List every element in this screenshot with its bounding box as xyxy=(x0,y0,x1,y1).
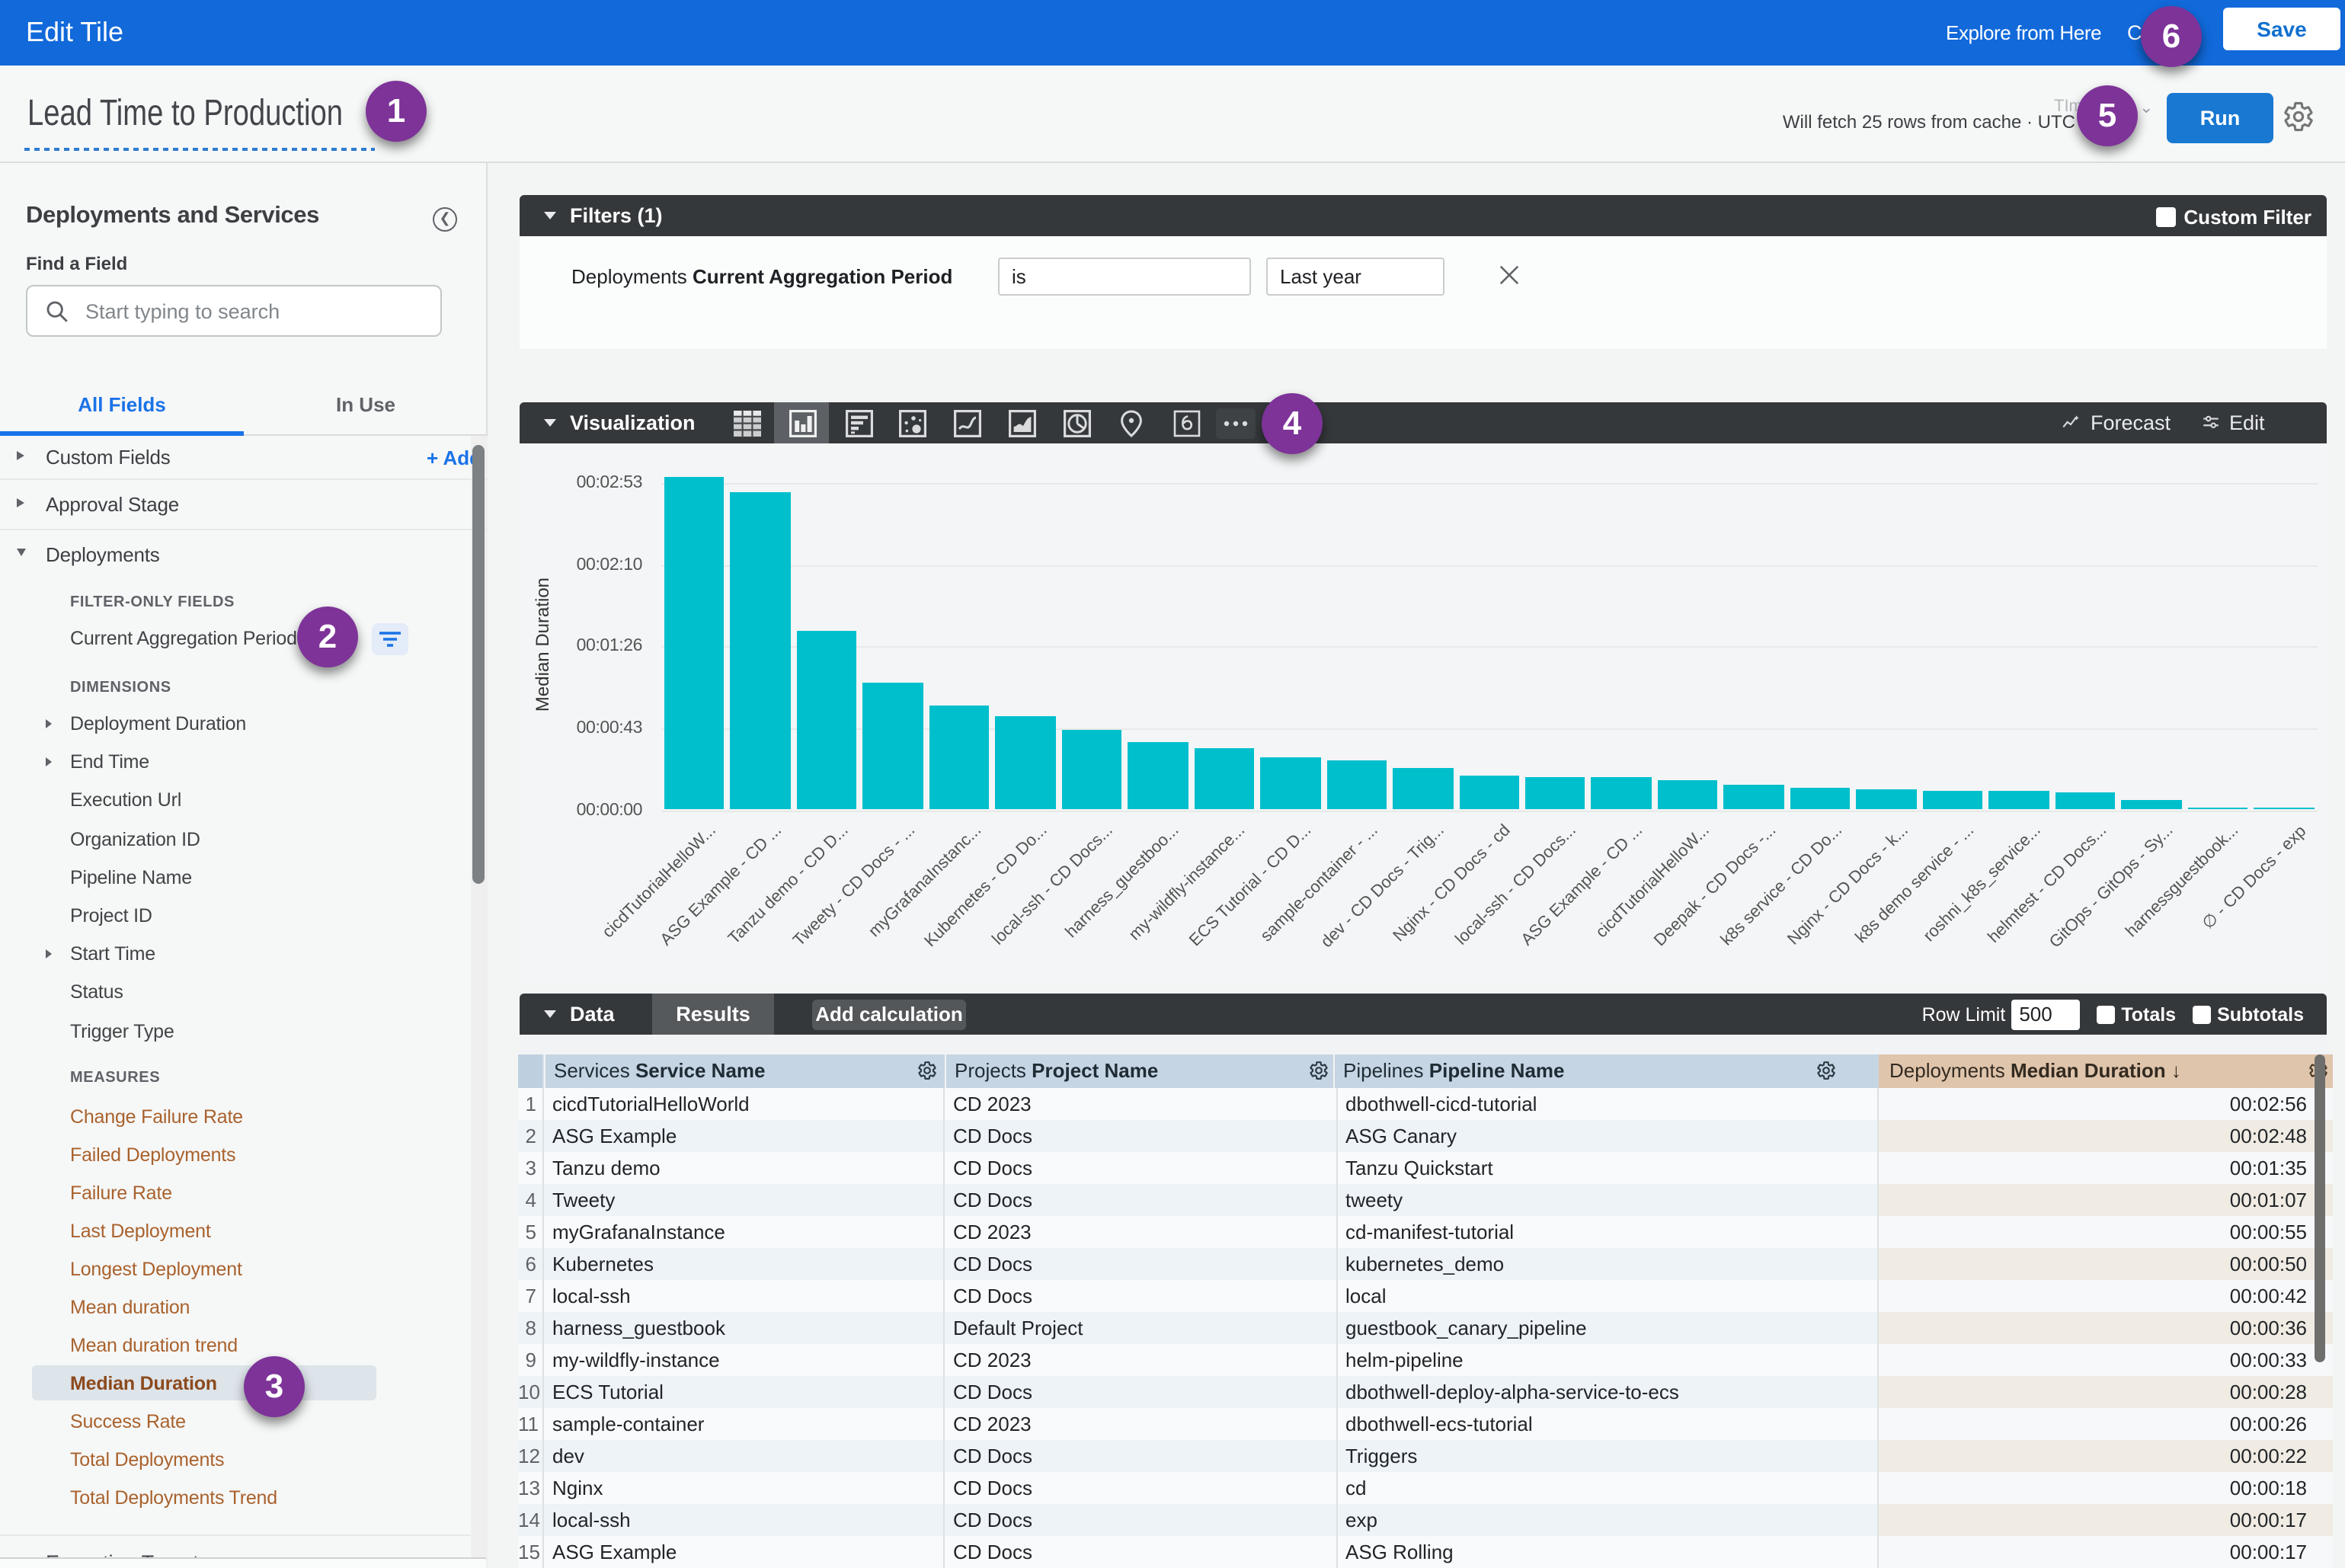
svg-text:Lead Time to Production: Lead Time to Production xyxy=(27,93,343,126)
